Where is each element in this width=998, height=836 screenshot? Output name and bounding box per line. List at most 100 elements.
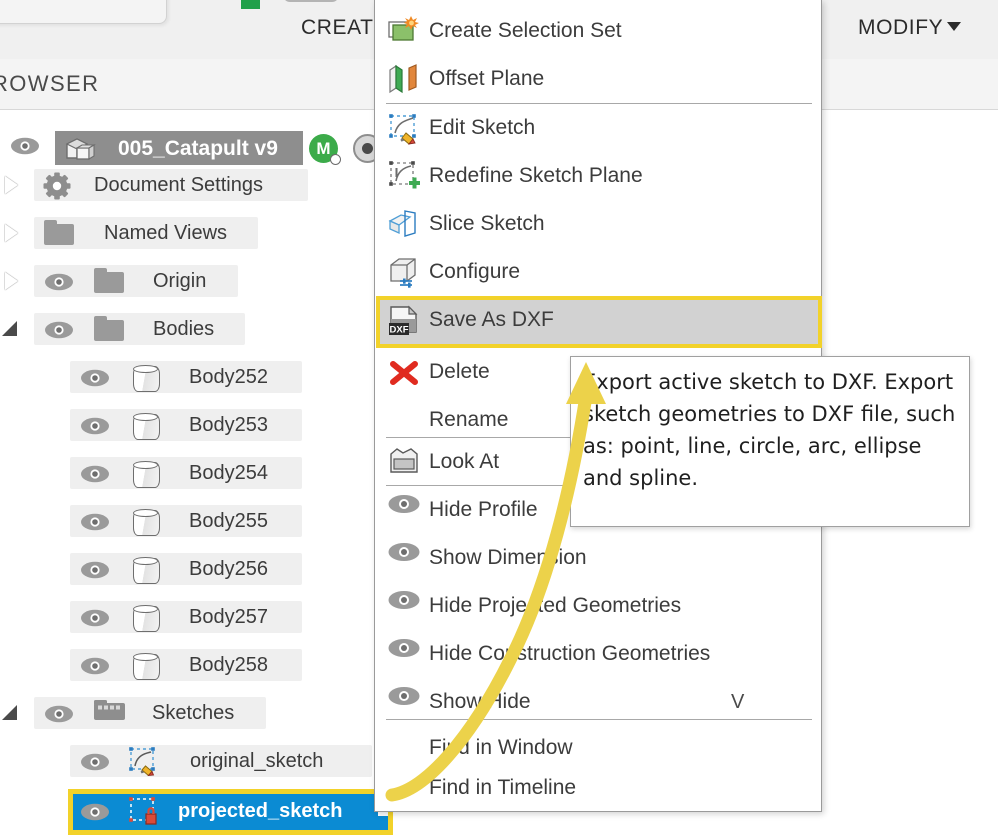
eye-icon <box>387 686 421 720</box>
eye-icon <box>387 638 421 672</box>
root-node-label: 005_Catapult v9 <box>118 137 278 160</box>
configure-icon <box>387 255 421 289</box>
body-icon <box>130 364 160 392</box>
body-icon <box>130 556 160 584</box>
eye-icon[interactable] <box>44 321 74 339</box>
body-icon <box>130 604 160 632</box>
eye-icon[interactable] <box>80 657 110 675</box>
ribbon-green-tool-icon[interactable] <box>241 0 260 9</box>
tree-node-label: Body254 <box>189 462 268 484</box>
locked-sketch-icon <box>128 796 162 828</box>
redefine-sketch-plane-icon <box>387 159 421 193</box>
selected-node-label: projected_sketch <box>178 800 343 822</box>
menu-item-label: Offset Plane <box>429 67 545 90</box>
tree-row-body[interactable]: Body252 <box>0 357 400 397</box>
tree-row-body[interactable]: Body258 <box>0 645 400 685</box>
eye-icon <box>387 494 421 528</box>
browser-title: ROWSER <box>0 71 100 96</box>
body-icon <box>130 460 160 488</box>
tree-node-label: Origin <box>153 270 207 292</box>
tooltip: Export active sketch to DXF. Export sket… <box>570 356 970 527</box>
menu-item-label: Show/Hide <box>429 690 531 713</box>
tree-row-original-sketch[interactable]: original_sketch <box>0 741 400 781</box>
expander-closed-icon[interactable] <box>5 176 18 194</box>
ribbon-group-modify-label: MODIFY <box>858 16 944 39</box>
menu-item-label: Slice Sketch <box>429 212 545 235</box>
tree-node-label: Body255 <box>189 510 268 532</box>
menu-item-edit-sketch[interactable]: Edit Sketch <box>376 104 822 152</box>
tree-node-label: Sketches <box>152 702 235 724</box>
menu-item-save-as-dxf[interactable]: DXF Save As DXF <box>376 296 822 344</box>
eye-icon <box>387 590 421 624</box>
menu-item-label: Hide Projected Geometries <box>429 594 682 617</box>
expander-open-icon[interactable] <box>2 321 17 336</box>
tree-node-label: Body257 <box>189 606 268 628</box>
ribbon-panel-tab[interactable] <box>0 0 167 24</box>
expander-closed-icon[interactable] <box>5 272 18 290</box>
tree-row-root[interactable]: 005_Catapult v9 M <box>0 125 400 165</box>
edit-sketch-icon <box>387 111 421 145</box>
tree-node-label: original_sketch <box>190 750 324 772</box>
tree-row-body[interactable]: Body256 <box>0 549 400 589</box>
menu-item-label: Redefine Sketch Plane <box>429 164 643 187</box>
tree-node-label: Body256 <box>189 558 268 580</box>
body-icon <box>130 508 160 536</box>
menu-item-label: Hide Profile <box>429 498 538 521</box>
sketches-folder-icon <box>93 699 125 725</box>
menu-item-hide-projected-geometries[interactable]: Hide Projected Geometries <box>376 582 822 630</box>
eye-icon[interactable] <box>80 609 110 627</box>
ribbon-tool-chip-1[interactable] <box>283 0 339 2</box>
m-badge-dot-icon <box>330 154 341 165</box>
tree-row-body[interactable]: Body257 <box>0 597 400 637</box>
folder-icon <box>94 268 124 294</box>
tree-row-sketches[interactable]: Sketches <box>0 693 400 733</box>
tree-row-origin[interactable]: Origin <box>0 261 400 301</box>
offset-plane-icon <box>387 62 421 96</box>
tree-node-label: Body253 <box>189 414 268 436</box>
tree-row-named-views[interactable]: Named Views <box>0 213 400 253</box>
tree-row-body[interactable]: Body255 <box>0 501 400 541</box>
menu-item-label: Find in Timeline <box>429 776 577 799</box>
m-badge-letter: M <box>316 139 331 158</box>
tree-row-body[interactable]: Body253 <box>0 405 400 445</box>
expander-open-icon[interactable] <box>2 705 17 720</box>
eye-icon[interactable] <box>80 465 110 483</box>
menu-item-slice-sketch[interactable]: Slice Sketch <box>376 200 822 248</box>
folder-icon <box>94 316 124 342</box>
tree-node-label: Bodies <box>153 318 215 340</box>
browser-tree: 005_Catapult v9 M Document Settings Name… <box>0 109 400 836</box>
eye-icon[interactable] <box>80 369 110 387</box>
expander-closed-icon[interactable] <box>5 224 18 242</box>
tree-row-document-settings[interactable]: Document Settings <box>0 165 400 205</box>
eye-icon[interactable] <box>10 137 40 155</box>
menu-item-find-in-timeline[interactable]: Find in Timeline <box>376 764 822 812</box>
menu-item-show-dimension[interactable]: Show Dimension <box>376 534 822 582</box>
tree-node-label: Named Views <box>104 222 228 244</box>
body-icon <box>130 412 160 440</box>
menu-item-label: Save As DXF <box>429 308 554 331</box>
menu-item-create-selection-set[interactable]: Create Selection Set <box>376 7 822 55</box>
menu-item-redefine-sketch-plane[interactable]: Redefine Sketch Plane <box>376 152 822 200</box>
menu-item-offset-plane[interactable]: Offset Plane <box>376 55 822 103</box>
eye-icon[interactable] <box>44 273 74 291</box>
eye-icon[interactable] <box>80 753 110 771</box>
menu-item-label: Configure <box>429 260 521 283</box>
tree-node-label: Body258 <box>189 654 268 676</box>
eye-icon[interactable] <box>44 705 74 723</box>
tree-node-label: Document Settings <box>94 174 263 196</box>
selection-set-icon <box>387 14 421 48</box>
eye-icon <box>387 542 421 576</box>
eye-icon[interactable] <box>80 417 110 435</box>
tree-row-body[interactable]: Body254 <box>0 453 400 493</box>
menu-item-label: Rename <box>429 408 509 431</box>
tree-row-bodies[interactable]: Bodies <box>0 309 400 349</box>
eye-icon[interactable] <box>80 803 110 821</box>
menu-item-configure[interactable]: Configure <box>376 248 822 296</box>
slice-sketch-icon <box>387 207 421 241</box>
menu-item-hide-construction-geometries[interactable]: Hide Construction Geometries <box>376 630 822 678</box>
tree-row-projected-sketch[interactable]: projected_sketch <box>0 789 400 835</box>
eye-icon[interactable] <box>80 561 110 579</box>
dxf-file-icon: DXF <box>387 303 421 337</box>
eye-icon[interactable] <box>80 513 110 531</box>
ribbon-group-modify[interactable]: MODIFY <box>858 16 962 40</box>
